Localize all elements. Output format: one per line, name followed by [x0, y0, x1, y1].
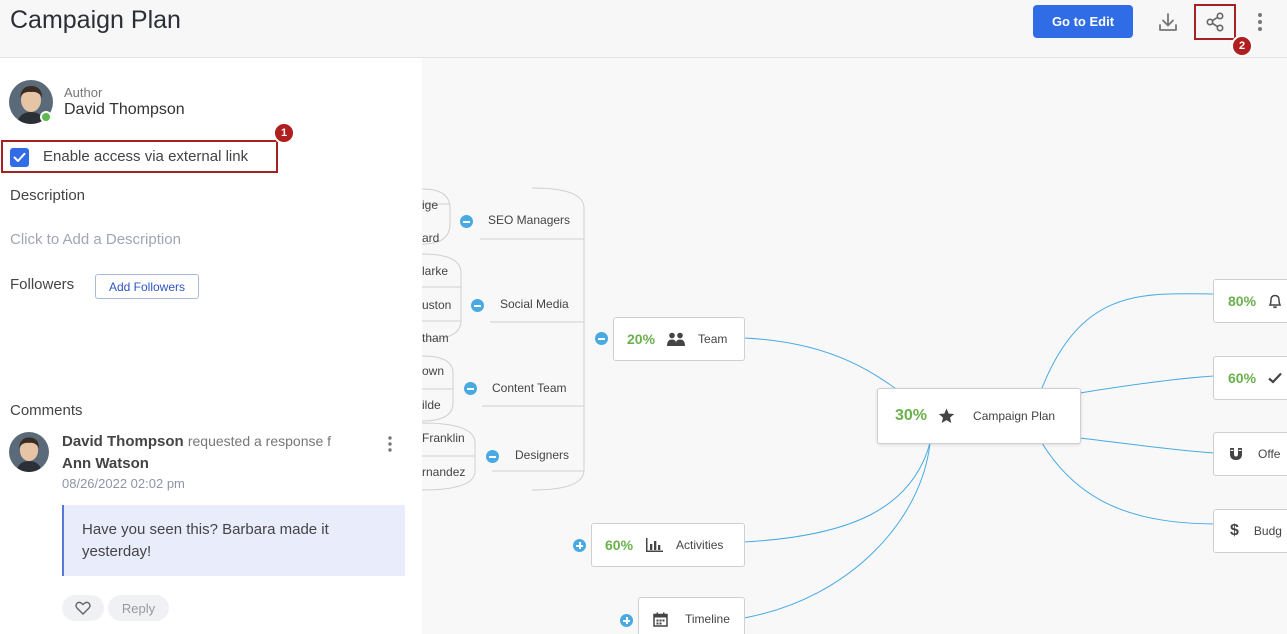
bar-chart-icon — [646, 538, 664, 552]
right-node-4[interactable]: $ Budg — [1213, 509, 1287, 553]
author-name: David Thompson — [64, 101, 185, 118]
description-heading: Description — [10, 187, 86, 204]
member-seo-2[interactable]: ard — [422, 231, 439, 245]
member-social-2[interactable]: uston — [422, 298, 451, 312]
member-content-2[interactable]: ilde — [422, 398, 441, 412]
go-to-edit-button[interactable]: Go to Edit — [1033, 5, 1133, 38]
online-status-badge — [40, 111, 52, 123]
calendar-icon — [653, 612, 668, 627]
description-placeholder[interactable]: Click to Add a Description — [10, 231, 181, 248]
external-link-label[interactable]: Enable access via external link — [43, 148, 248, 165]
member-design-2[interactable]: rnandez — [422, 465, 465, 479]
right-node-1-percent: 80% — [1228, 293, 1257, 309]
top-bar: Campaign Plan Go to Edit — [0, 0, 1287, 58]
comment-target: Ann Watson — [62, 455, 149, 472]
team-label: Team — [698, 332, 728, 346]
add-followers-button[interactable]: Add Followers — [95, 274, 199, 299]
star-icon — [938, 408, 955, 423]
collapse-seo-icon[interactable] — [460, 215, 473, 228]
member-social-1[interactable]: larke — [422, 264, 448, 278]
details-panel: Author David Thompson Enable access via … — [0, 58, 422, 634]
timeline-label: Timeline — [685, 612, 730, 626]
activities-percent: 60% — [605, 537, 634, 553]
external-link-checkbox[interactable] — [10, 148, 29, 167]
comment-avatar — [9, 432, 49, 472]
comment-date: 08/26/2022 02:02 pm — [62, 476, 185, 491]
central-label: Campaign Plan — [973, 409, 1056, 423]
collapse-designers-icon[interactable] — [486, 450, 499, 463]
share-icon[interactable] — [1194, 4, 1236, 40]
team-node[interactable]: 20% Team — [613, 317, 745, 361]
bell-icon — [1268, 294, 1282, 308]
followers-heading: Followers — [10, 276, 75, 293]
comment-more-icon[interactable] — [382, 434, 398, 454]
dollar-icon: $ — [1230, 522, 1239, 539]
comments-heading: Comments — [10, 402, 83, 419]
timeline-node[interactable]: Timeline — [638, 597, 745, 634]
activities-label: Activities — [676, 538, 724, 552]
right-node-2[interactable]: 60% — [1213, 356, 1287, 400]
download-icon[interactable] — [1152, 6, 1184, 38]
collapse-team-icon[interactable] — [595, 332, 608, 345]
member-seo-1[interactable]: ige — [422, 198, 438, 212]
team-percent: 20% — [627, 331, 656, 347]
expand-activities-icon[interactable] — [573, 539, 586, 552]
right-node-1[interactable]: 80% — [1213, 279, 1287, 323]
reply-button[interactable]: Reply — [108, 595, 169, 621]
step-marker-2: 2 — [1231, 35, 1253, 57]
team-icon — [667, 332, 686, 346]
right-node-3-label: Offe — [1258, 447, 1281, 461]
right-node-2-percent: 60% — [1228, 370, 1257, 386]
step-marker-1: 1 — [273, 122, 295, 144]
comment-action: requested a response f — [187, 433, 332, 449]
like-button[interactable] — [62, 595, 104, 621]
page-title: Campaign Plan — [10, 6, 181, 34]
central-node[interactable]: 30% Campaign Plan — [877, 388, 1081, 444]
group-designers[interactable]: Designers — [515, 448, 569, 462]
mind-map-canvas[interactable]: ige ard larke uston tham own ilde Frankl… — [422, 58, 1287, 634]
comment-author: David Thompson requested a response f — [62, 433, 331, 450]
member-content-1[interactable]: own — [422, 364, 444, 378]
heart-icon — [75, 601, 91, 615]
central-percent: 30% — [895, 407, 928, 424]
group-seo-managers[interactable]: SEO Managers — [488, 213, 570, 227]
collapse-content-icon[interactable] — [464, 382, 477, 395]
mind-map-connectors — [422, 187, 1215, 619]
comment-body: Have you seen this? Barbara made it yest… — [62, 505, 405, 576]
author-label: Author — [64, 85, 103, 100]
magnet-icon — [1230, 448, 1242, 460]
more-options-icon[interactable] — [1246, 6, 1274, 38]
right-node-3[interactable]: Offe — [1213, 432, 1287, 476]
member-social-3[interactable]: tham — [422, 331, 449, 345]
comment-author-name: David Thompson — [62, 433, 184, 450]
check-icon — [1268, 372, 1282, 384]
group-content-team[interactable]: Content Team — [492, 381, 567, 395]
collapse-social-icon[interactable] — [471, 299, 484, 312]
member-design-1[interactable]: Franklin — [422, 431, 465, 445]
right-node-4-label: Budg — [1253, 524, 1282, 538]
expand-timeline-icon[interactable] — [620, 614, 633, 627]
group-social-media[interactable]: Social Media — [500, 297, 569, 311]
activities-node[interactable]: 60% Activities — [591, 523, 745, 567]
